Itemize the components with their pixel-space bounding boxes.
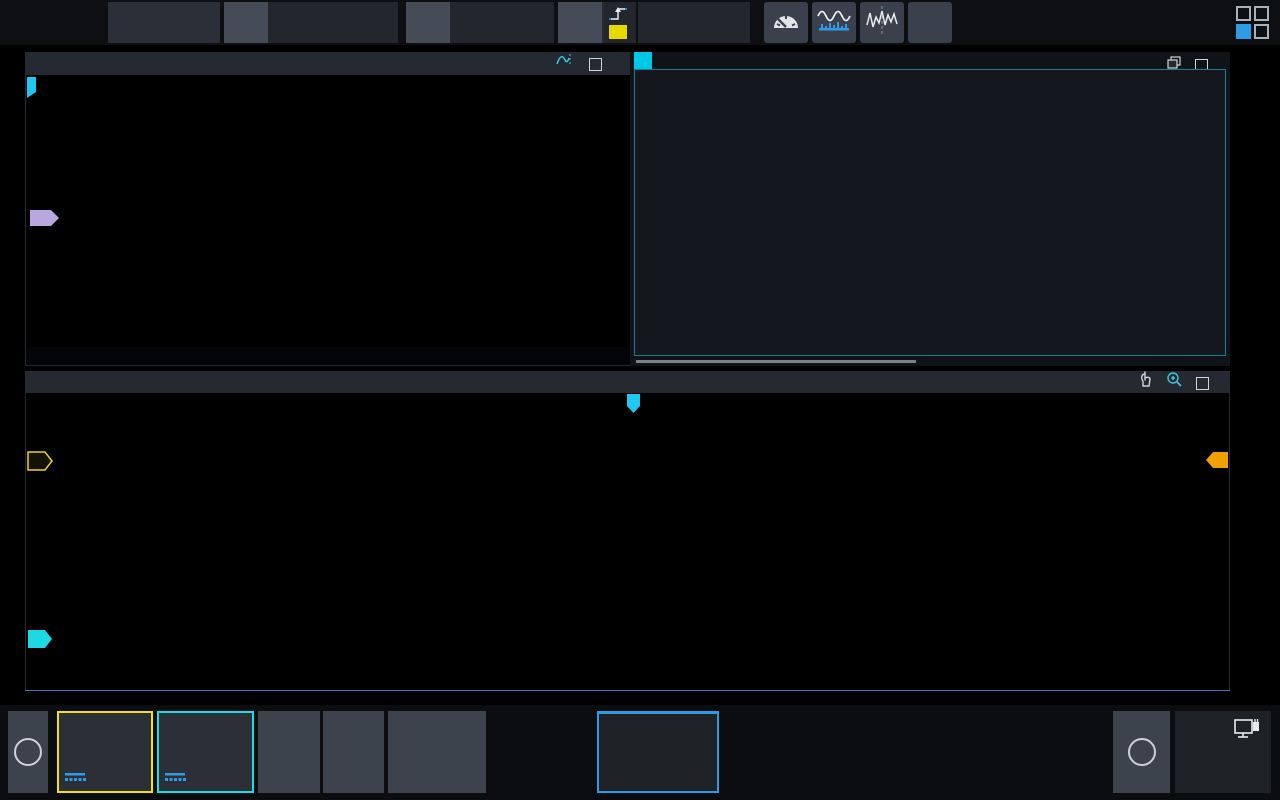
- probe-icon: [165, 769, 187, 787]
- bottom-bar: [0, 705, 1280, 800]
- top-bar: [0, 0, 1280, 45]
- horizontal-settings-button[interactable]: [224, 2, 398, 43]
- channel-c2-box[interactable]: [157, 711, 254, 793]
- usb-device-icon: [1233, 717, 1261, 748]
- math-button[interactable]: [908, 2, 952, 43]
- layout-cell: [1254, 6, 1269, 21]
- layout-cell: [1254, 24, 1269, 39]
- system-clock-box[interactable]: [1175, 711, 1271, 793]
- channel-c3-box[interactable]: [258, 711, 320, 793]
- trigger-settings-button[interactable]: [558, 2, 636, 43]
- layout-cell: [1236, 6, 1251, 21]
- fft-button[interactable]: [812, 2, 856, 43]
- c1-channel-marker[interactable]: [27, 451, 54, 476]
- probe-icon: [65, 769, 87, 787]
- main-window: [25, 371, 1230, 691]
- anomaly-wave-icon: [866, 5, 898, 40]
- touch-icon[interactable]: [1139, 371, 1152, 396]
- la-channel-grid-icon: [418, 735, 459, 776]
- c2-channel-marker[interactable]: [27, 629, 54, 654]
- power-measurement-table: [634, 69, 1226, 356]
- tab-power2[interactable]: [634, 52, 652, 69]
- main-window-header[interactable]: [26, 372, 1229, 394]
- layout-cell-active: [1236, 24, 1251, 39]
- fft-icon: [817, 6, 851, 39]
- gauge-icon: [771, 10, 801, 35]
- channel-c1-box[interactable]: [57, 711, 153, 793]
- table-horizontal-scrollbar[interactable]: [636, 360, 916, 363]
- panel-scroll-right-button[interactable]: [1113, 711, 1170, 793]
- trigger-level-arrow[interactable]: [1205, 450, 1229, 475]
- maximize-icon[interactable]: [589, 58, 602, 71]
- channel-c4-box[interactable]: [323, 711, 384, 793]
- main-plot-area[interactable]: [26, 393, 1229, 690]
- dvm-button[interactable]: [764, 2, 808, 43]
- m14-left-position-flag[interactable]: [27, 77, 37, 104]
- logic-analyzer-box[interactable]: [388, 711, 486, 793]
- m14-time-axis: [26, 347, 636, 365]
- zoom-in-icon[interactable]: [1166, 371, 1182, 395]
- trigger-status-button[interactable]: [638, 2, 750, 43]
- math-m14-box[interactable]: [597, 711, 719, 793]
- waveform-analysis-button[interactable]: [860, 2, 904, 43]
- m14-plot-area[interactable]: [26, 75, 636, 347]
- trigger-key: [558, 2, 602, 43]
- trigger-position-flag[interactable]: [626, 393, 641, 419]
- wave-settings-icon[interactable]: [555, 52, 575, 76]
- m14-window: [25, 52, 637, 366]
- m14-channel-marker[interactable]: [29, 209, 61, 232]
- acquire-key: [406, 2, 450, 43]
- acquire-settings-button[interactable]: [406, 2, 554, 43]
- trigger-source-badge: [609, 25, 627, 39]
- maximize-icon[interactable]: [1196, 377, 1209, 390]
- panel-scroll-left-button[interactable]: [8, 711, 48, 793]
- m14-window-header[interactable]: [26, 53, 636, 75]
- window-layout-button[interactable]: [1236, 6, 1270, 40]
- power-quality-window: [630, 52, 1230, 366]
- oscilloscope-screen: [0, 0, 1280, 800]
- run-mode-button[interactable]: [108, 2, 220, 43]
- horizontal-key: [224, 2, 268, 43]
